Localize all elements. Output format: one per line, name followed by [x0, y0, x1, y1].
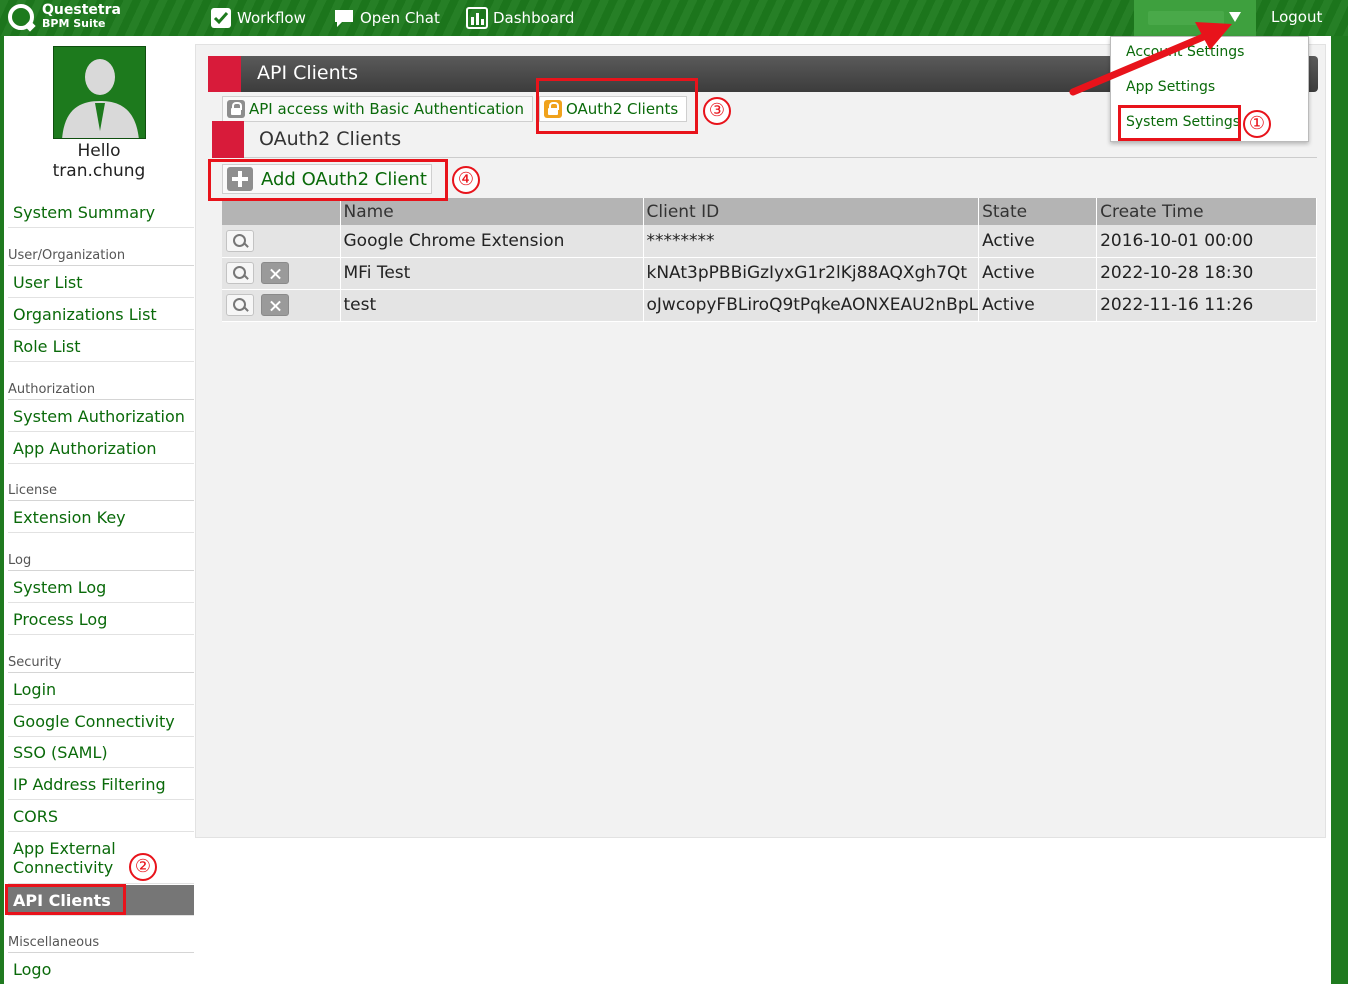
annotation-box-api-clients — [5, 884, 126, 915]
sidebar-category-miscellaneous: Miscellaneous — [8, 935, 194, 953]
sidebar-category-license: License — [8, 483, 194, 501]
oauth2-clients-table: Name Client ID State Create Time Google … — [222, 198, 1317, 322]
client-id: oJwcopyFBLiroQ9tPqkeAONXEAU2nBpL — [643, 289, 980, 322]
caret-down-icon — [1229, 12, 1241, 22]
tab-basic-authentication[interactable]: API access with Basic Authentication — [222, 96, 533, 122]
user-menu-toggle[interactable] — [1134, 0, 1256, 36]
client-state: Active — [978, 225, 1098, 258]
dashboard-icon — [466, 7, 488, 29]
client-name: Google Chrome Extension — [340, 225, 644, 258]
annotation-number-2: ② — [129, 853, 157, 881]
annotation-box-oauth2-tab — [536, 78, 698, 134]
annotation-box-system-settings — [1118, 105, 1241, 141]
sidebar-category-log: Log — [8, 553, 194, 571]
row-actions — [222, 225, 341, 258]
hello-label: Hello — [77, 141, 121, 161]
delete-icon[interactable] — [261, 262, 290, 284]
annotation-box-add-client — [208, 159, 448, 201]
sidebar-item-logo[interactable]: Logo — [8, 954, 194, 984]
user-name-redacted — [1148, 11, 1224, 25]
sidebar-item-app-external-line1: App External — [13, 839, 116, 858]
sidebar-item-google-connectivity[interactable]: Google Connectivity — [8, 706, 194, 737]
table-row: test oJwcopyFBLiroQ9tPqkeAONXEAU2nBpL Ac… — [222, 289, 1317, 322]
annotation-number-1: ① — [1243, 110, 1271, 138]
menu-item-app-settings[interactable]: App Settings — [1126, 79, 1215, 95]
section-title: OAuth2 Clients — [259, 128, 402, 150]
username-label: tran.chung — [52, 161, 146, 181]
client-name: test — [340, 289, 644, 322]
client-create-time: 2016-10-01 00:00 — [1096, 225, 1317, 258]
table-header-row: Name Client ID State Create Time — [222, 198, 1317, 225]
sidebar-item-ip-address-filtering[interactable]: IP Address Filtering — [8, 769, 194, 800]
annotation-number-3: ③ — [703, 97, 731, 125]
logo-subtitle: BPM Suite — [42, 17, 106, 30]
view-search-icon[interactable] — [226, 262, 254, 284]
client-id: ******** — [643, 225, 980, 258]
page-title: API Clients — [257, 62, 359, 84]
annotation-number-4: ④ — [452, 166, 480, 194]
menu-item-account-settings[interactable]: Account Settings — [1126, 44, 1244, 60]
sidebar-item-sso-saml[interactable]: SSO (SAML) — [8, 737, 194, 768]
nav-dashboard[interactable]: Dashboard — [466, 0, 574, 36]
check-icon — [210, 7, 232, 29]
sidebar-category-user-organization: User/Organization — [8, 248, 194, 266]
sidebar-item-app-external-line2: Connectivity — [13, 858, 114, 877]
sidebar-item-organizations-list[interactable]: Organizations List — [8, 299, 194, 330]
logout-link[interactable]: Logout — [1271, 8, 1322, 26]
column-header-create-time: Create Time — [1096, 198, 1317, 225]
sidebar-item-system-log[interactable]: System Log — [8, 572, 194, 603]
sidebar-item-app-external-connectivity[interactable]: App External Connectivity — [8, 834, 194, 884]
sidebar-category-authorization: Authorization — [8, 382, 194, 400]
nav-workflow-label: Workflow — [237, 9, 306, 27]
column-header-name: Name — [340, 198, 644, 225]
client-state: Active — [978, 289, 1098, 322]
column-header-state: State — [978, 198, 1098, 225]
client-create-time: 2022-11-16 11:26 — [1096, 289, 1317, 322]
nav-open-chat-label: Open Chat — [360, 9, 440, 27]
questetra-logo-icon — [8, 4, 34, 30]
sidebar-item-cors[interactable]: CORS — [8, 801, 194, 832]
section-accent — [212, 121, 244, 158]
row-actions — [222, 257, 341, 290]
view-search-icon[interactable] — [226, 294, 254, 316]
avatar — [53, 46, 146, 139]
logo-title: Questetra — [42, 2, 121, 18]
table-row: Google Chrome Extension ******** Active … — [222, 225, 1317, 258]
row-actions — [222, 289, 341, 322]
sidebar-item-app-authorization[interactable]: App Authorization — [8, 433, 194, 464]
sidebar-item-system-summary[interactable]: System Summary — [8, 197, 194, 228]
sidebar-item-system-authorization[interactable]: System Authorization — [8, 401, 194, 432]
sidebar-item-user-list[interactable]: User List — [8, 267, 194, 298]
user-silhouette-icon — [54, 47, 145, 138]
sidebar: Hello tran.chung System Summary User/Org… — [4, 36, 194, 984]
title-accent — [208, 56, 241, 92]
chat-icon — [333, 7, 355, 29]
sidebar-category-security: Security — [8, 655, 194, 673]
nav-workflow[interactable]: Workflow — [210, 0, 306, 36]
tab-basic-authentication-label: API access with Basic Authentication — [249, 100, 524, 118]
top-bar: Questetra BPM Suite Workflow Open Chat D… — [0, 0, 1348, 36]
lock-icon — [227, 100, 245, 118]
column-header-client-id: Client ID — [643, 198, 980, 225]
sidebar-item-role-list[interactable]: Role List — [8, 331, 194, 362]
sidebar-item-process-log[interactable]: Process Log — [8, 604, 194, 635]
nav-open-chat[interactable]: Open Chat — [333, 0, 440, 36]
questetra-logo[interactable]: Questetra BPM Suite — [8, 2, 121, 30]
table-row: MFi Test kNAt3pPBBiGzIyxG1r2lKj88AQXgh7Q… — [222, 257, 1317, 290]
delete-icon[interactable] — [261, 294, 290, 316]
view-search-icon[interactable] — [226, 229, 254, 252]
client-id: kNAt3pPBBiGzIyxG1r2lKj88AQXgh7Qt — [643, 257, 980, 290]
client-state: Active — [978, 257, 1098, 290]
sidebar-item-login[interactable]: Login — [8, 674, 194, 705]
sidebar-item-extension-key[interactable]: Extension Key — [8, 502, 194, 533]
nav-dashboard-label: Dashboard — [493, 9, 575, 27]
column-header-actions — [222, 198, 341, 225]
client-name: MFi Test — [340, 257, 644, 290]
client-create-time: 2022-10-28 18:30 — [1096, 257, 1317, 290]
